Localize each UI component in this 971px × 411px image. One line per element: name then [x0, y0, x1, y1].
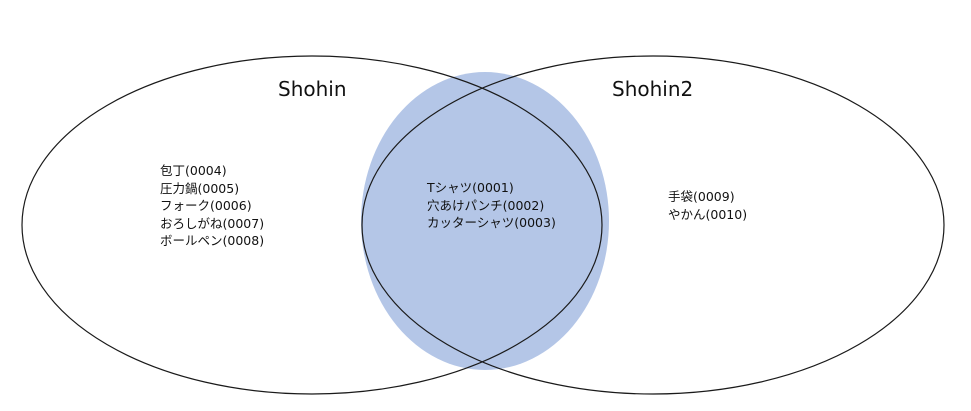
set-shohin-title: Shohin	[278, 77, 347, 101]
shohin-only-items: 包丁(0004) 圧力鍋(0005) フォーク(0006) おろしがね(0007…	[160, 162, 264, 250]
list-item: 穴あけパンチ(0002)	[427, 197, 545, 213]
shohin2-only-items: 手袋(0009) やかん(0010)	[668, 188, 747, 223]
list-item: 手袋(0009)	[668, 189, 735, 204]
list-item: やかん(0010)	[668, 206, 748, 222]
list-item: フォーク(0006)	[160, 198, 252, 213]
list-item: 包丁(0004)	[160, 163, 227, 178]
list-item: Tシャツ(0001)	[427, 180, 514, 195]
set-shohin2-title: Shohin2	[612, 77, 694, 101]
list-item: おろしがね(0007)	[160, 215, 265, 231]
list-item: ボールペン(0008)	[160, 233, 265, 248]
list-item: 圧力鍋(0005)	[160, 180, 240, 196]
intersection-items: Tシャツ(0001) 穴あけパンチ(0002) カッターシャツ(0003)	[427, 179, 556, 232]
list-item: カッターシャツ(0003)	[427, 215, 556, 230]
